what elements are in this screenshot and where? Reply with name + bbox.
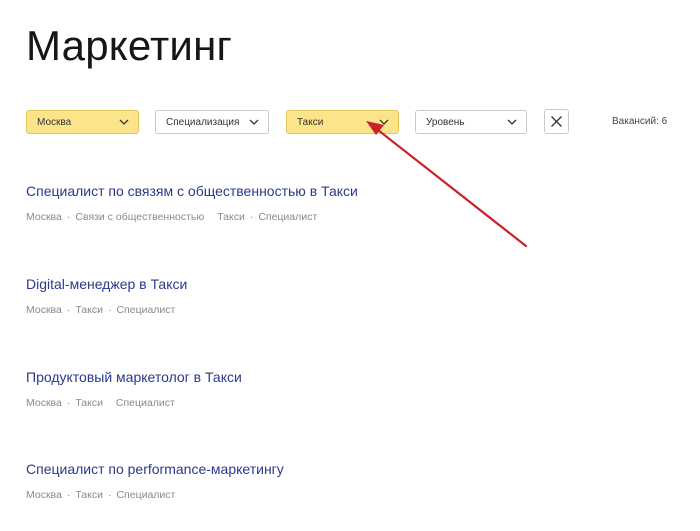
vacancy-tag: Москва xyxy=(26,211,62,223)
chevron-down-icon xyxy=(249,119,259,125)
vacancy-title-link[interactable]: Специалист по performance-маркетингу xyxy=(26,461,284,477)
vacancy-meta: Москва · Связи с общественностью Такси · Спе… xyxy=(26,211,318,223)
service-filter[interactable]: Такси xyxy=(286,110,399,134)
vacancy-tag: Москва xyxy=(26,489,62,501)
level-filter[interactable]: Уровень xyxy=(415,110,527,134)
vacancy-tag: Специалист xyxy=(115,397,175,409)
city-filter-label: Москва xyxy=(37,116,72,128)
chevron-down-icon xyxy=(379,119,389,125)
vacancy-title-link[interactable]: Продуктовый маркетолог в Такси xyxy=(26,369,242,385)
chevron-down-icon xyxy=(119,119,129,125)
vacancy-tag: Связи с общественностью xyxy=(75,211,205,223)
vacancy-item: Digital-менеджер в Такси Москва · Такси · Сп… xyxy=(26,276,187,316)
vacancy-tag: Такси xyxy=(75,304,103,316)
vacancy-tag: Такси xyxy=(75,489,103,501)
level-filter-label: Уровень xyxy=(426,116,465,128)
specialization-filter-label: Специализация xyxy=(166,116,240,128)
vacancy-tag: Специалист xyxy=(258,211,318,223)
arrow-icon xyxy=(366,121,528,248)
vacancy-meta: Москва · Такси · Специалист xyxy=(26,304,176,316)
vacancy-tag: Такси xyxy=(75,397,103,409)
chevron-down-icon xyxy=(507,119,517,125)
vacancy-tag: Специалист xyxy=(116,304,176,316)
vacancy-meta: Москва · Такси · Специалист xyxy=(26,489,176,501)
vacancy-title-link[interactable]: Специалист по связям с общественностью в… xyxy=(26,183,358,199)
vacancy-title-link[interactable]: Digital-менеджер в Такси xyxy=(26,276,187,292)
vacancy-item: Специалист по performance-маркетингу Мос… xyxy=(26,461,284,501)
vacancy-item: Продуктовый маркетолог в Такси Москва · Та… xyxy=(26,369,242,409)
city-filter[interactable]: Москва xyxy=(26,110,139,134)
vacancy-tag: Такси xyxy=(217,211,245,223)
vacancies-count: Вакансий: 6 xyxy=(612,116,668,127)
vacancy-tag: Специалист xyxy=(116,489,176,501)
vacancy-tag: Москва xyxy=(26,397,62,409)
service-filter-label: Такси xyxy=(297,116,324,128)
clear-filters-button[interactable] xyxy=(544,109,569,134)
page-title: Маркетинг xyxy=(26,22,232,69)
vacancy-meta: Москва · Такси Специалист xyxy=(26,397,175,409)
specialization-filter[interactable]: Специализация xyxy=(155,110,269,134)
vacancy-item: Специалист по связям с общественностью в… xyxy=(26,183,358,223)
close-icon xyxy=(551,116,562,127)
vacancy-tag: Москва xyxy=(26,304,62,316)
